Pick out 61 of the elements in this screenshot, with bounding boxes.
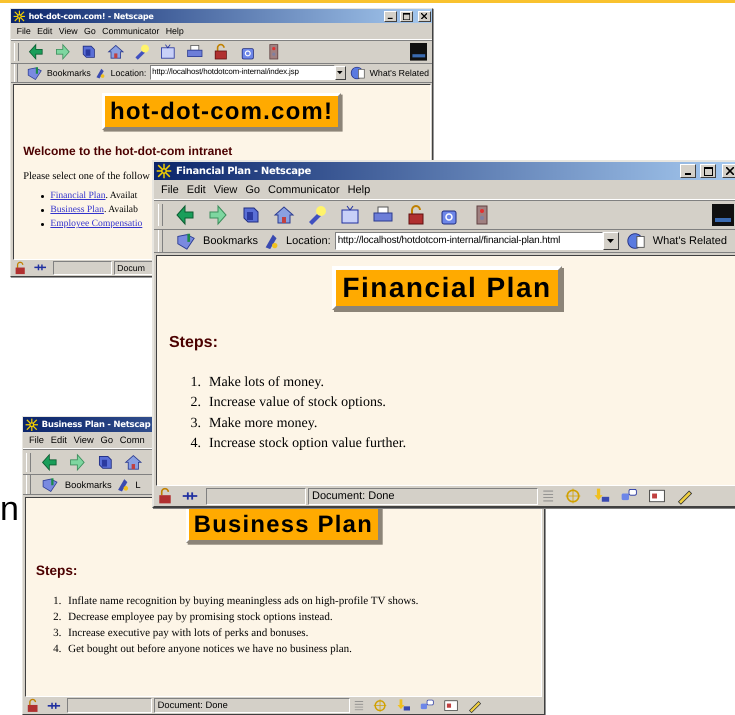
- step-number: 3.: [52, 626, 62, 640]
- menu-item[interactable]: Communicator: [265, 184, 343, 196]
- menu-item[interactable]: File: [14, 26, 34, 36]
- menu-item[interactable]: Go: [98, 435, 116, 446]
- window-title: hot-dot-com.com! - Netscape: [28, 12, 154, 21]
- step-number: 4.: [52, 642, 62, 656]
- step-text: Inflate name recognition by buying meaningless ads on high-profile TV shows.: [68, 594, 418, 608]
- banner-title: Financial Plan: [332, 266, 562, 310]
- banner-title: hot-dot-com.com!: [102, 93, 341, 130]
- step-number: 3.: [190, 414, 201, 433]
- location-label: Location:: [110, 68, 146, 78]
- step-text: Decrease employee pay by promising stock options instead.: [68, 610, 333, 624]
- menu-item[interactable]: Help: [163, 26, 186, 36]
- step-number: 2.: [52, 610, 62, 624]
- banner-title: Business Plan: [186, 506, 382, 543]
- bookmarks-label[interactable]: Bookmarks: [64, 480, 112, 490]
- slide-text: n: [0, 492, 19, 526]
- step-number: 1.: [52, 594, 62, 608]
- page-heading: Steps:: [36, 563, 78, 578]
- menu-item[interactable]: File: [158, 184, 182, 196]
- step-text: Increase executive pay with lots of perks and bonuses.: [68, 626, 308, 640]
- page-link[interactable]: Business Plan: [50, 204, 104, 217]
- menu-item[interactable]: Edit: [184, 184, 209, 196]
- link-description: . Availat: [106, 190, 138, 203]
- url-field[interactable]: http://localhost/hotdotcom-internal/financial-plan.html: [334, 232, 603, 250]
- related-label[interactable]: What's Related: [370, 68, 429, 78]
- menu-item[interactable]: Comn: [117, 435, 148, 446]
- menu-item[interactable]: Edit: [48, 435, 70, 446]
- menu-item[interactable]: View: [210, 184, 240, 196]
- window-title: Business Plan - Netscap: [42, 420, 150, 430]
- page-link[interactable]: Financial Plan: [50, 190, 106, 203]
- window-title: Financial Plan - Netscape: [176, 166, 311, 176]
- bookmarks-label[interactable]: Bookmarks: [46, 68, 91, 78]
- location-label: L: [135, 480, 141, 490]
- link-description: . Availab: [104, 204, 138, 217]
- page-link[interactable]: Employee Compensatio: [50, 218, 142, 231]
- menu-item[interactable]: File: [26, 435, 47, 446]
- menu-item[interactable]: Edit: [34, 26, 55, 36]
- related-label[interactable]: What's Related: [652, 235, 727, 247]
- step-number: 4.: [190, 434, 201, 453]
- url-field[interactable]: http://localhost/hotdotcom-internal/index.jsp: [150, 65, 335, 80]
- step-text: Make more money.: [209, 414, 318, 433]
- menu-item[interactable]: Communicator: [100, 26, 162, 36]
- step-number: 2.: [190, 394, 201, 412]
- menu-item[interactable]: View: [71, 435, 96, 446]
- menu-item[interactable]: Go: [82, 26, 98, 36]
- step-text: Increase stock option value further.: [209, 434, 406, 453]
- page-heading: Welcome to the hot-dot-com intranet: [23, 144, 234, 158]
- step-text: Increase value of stock options.: [209, 394, 386, 412]
- menu-item[interactable]: Go: [242, 184, 264, 196]
- location-label: Location:: [286, 235, 331, 247]
- step-text: Make lots of money.: [209, 374, 324, 392]
- menu-item[interactable]: Help: [344, 184, 374, 196]
- bookmarks-label[interactable]: Bookmarks: [203, 235, 258, 247]
- intro-text: Please select one of the follow: [23, 171, 150, 182]
- status-text: Document: Done: [308, 488, 538, 504]
- step-number: 1.: [190, 374, 201, 392]
- menu-item[interactable]: View: [56, 26, 80, 36]
- page-heading: Steps:: [169, 334, 219, 352]
- step-text: Get bought out before anyone notices we have no business plan.: [68, 642, 352, 656]
- status-text: Document: Done: [154, 698, 350, 714]
